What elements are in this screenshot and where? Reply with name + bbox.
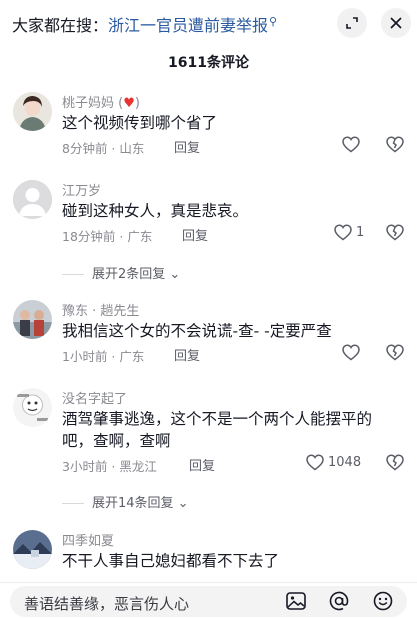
avatar[interactable] [13, 388, 52, 427]
comment-text: 不干人事自己媳妇都看不下去了 [62, 552, 280, 570]
broken-heart-icon [386, 344, 404, 361]
comment-username[interactable]: 桃子妈妈 (♥) [62, 92, 140, 111]
hot-search-bar[interactable]: 大家都在搜：浙江一官员遭前妻举报⚲ [0, 0, 417, 46]
dislike-button[interactable] [386, 224, 404, 245]
comment-meta: 1小时前 · 广东 [62, 349, 145, 364]
close-button[interactable] [381, 8, 411, 38]
reply-button[interactable]: 回复 [189, 455, 215, 474]
like-button[interactable] [342, 344, 392, 365]
comment-text: 我相信这个女的不会说谎-查- -定要严查 [62, 322, 332, 340]
expand-replies-button[interactable]: 展开2条回复 ⌄ [62, 263, 180, 282]
dislike-button[interactable] [386, 136, 404, 157]
heart-icon: ♥ [123, 96, 135, 111]
chevron-down-icon: ⌄ [165, 267, 181, 282]
divider-line [62, 274, 84, 275]
comment-username[interactable]: 没名字起了 [62, 388, 127, 407]
hot-search-prefix: 大家都在搜： [12, 16, 109, 35]
like-count: 1048 [328, 455, 362, 470]
comment-username[interactable]: 豫东 · 趟先生 [62, 300, 139, 319]
comment-text: 碰到这种女人，真是悲哀。 [62, 202, 249, 220]
comment-meta: 8分钟前 · 山东 [62, 141, 145, 156]
comment-input-placeholder: 善语结善缘，恶言伤人心 [24, 595, 190, 613]
like-button[interactable]: 1 [334, 224, 384, 245]
comment-count-title: 1611条评论 [168, 55, 249, 71]
comment-item: 四季如夏 不干人事自己媳妇都看不下去了 [0, 528, 417, 578]
comment-input[interactable]: 善语结善缘，恶言伤人心 [10, 586, 407, 617]
reply-button[interactable]: 回复 [174, 137, 200, 156]
avatar[interactable] [13, 92, 52, 131]
comment-text: 这个视频传到哪个省了 [62, 114, 218, 132]
broken-heart-icon [386, 454, 404, 471]
avatar[interactable] [13, 530, 52, 569]
mention-icon[interactable] [329, 591, 349, 611]
heart-outline-icon [306, 454, 324, 471]
hot-search-query[interactable]: 浙江一官员遭前妻举报 [108, 16, 268, 35]
search-icon: ⚲ [269, 14, 278, 28]
image-icon[interactable] [286, 592, 306, 610]
like-count: 1 [356, 225, 365, 240]
avatar[interactable] [13, 300, 52, 339]
dislike-button[interactable] [386, 344, 404, 365]
comment-username[interactable]: 四季如夏 [62, 530, 114, 549]
comment-username[interactable]: 江万岁 [62, 180, 101, 199]
broken-heart-icon [386, 136, 404, 153]
comment-item: 豫东 · 趟先生 我相信这个女的不会说谎-查- -定要严查 1小时前 · 广东 … [0, 298, 417, 368]
heart-outline-icon [342, 344, 360, 361]
comment-input-bar: 善语结善缘，恶言伤人心 [0, 582, 417, 618]
like-button[interactable]: 1048 [306, 454, 376, 475]
expand-icon [346, 17, 358, 29]
reply-button[interactable]: 回复 [174, 345, 200, 364]
divider-line [62, 503, 84, 504]
comment-meta: 3小时前 · 黑龙江 [62, 459, 157, 474]
dislike-button[interactable] [386, 454, 404, 475]
emoji-icon[interactable] [373, 591, 393, 611]
reply-button[interactable]: 回复 [182, 225, 208, 244]
comment-text: 酒驾肇事逃逸，这个不是一个两个人能摆平的吧，查啊，查啊 [62, 410, 373, 450]
comment-item: 江万岁 碰到这种女人，真是悲哀。 18分钟前 · 广东 回复 1 [0, 178, 417, 248]
like-button[interactable] [342, 136, 392, 157]
comment-item: 桃子妈妈 (♥) 这个视频传到哪个省了 8分钟前 · 山东 回复 [0, 90, 417, 170]
heart-outline-icon [342, 136, 360, 153]
comment-meta: 18分钟前 · 广东 [62, 229, 153, 244]
avatar[interactable] [13, 180, 52, 219]
expand-replies-button[interactable]: 展开14条回复 ⌄ [62, 492, 189, 511]
broken-heart-icon [386, 224, 404, 241]
chevron-down-icon: ⌄ [173, 496, 189, 511]
expand-button[interactable] [337, 8, 367, 38]
close-icon [390, 17, 402, 29]
comment-item: 没名字起了 酒驾肇事逃逸，这个不是一个两个人能摆平的吧，查啊，查啊 3小时前 ·… [0, 386, 417, 476]
heart-outline-icon [334, 224, 352, 241]
hot-search-label[interactable]: 大家都在搜：浙江一官员遭前妻举报⚲ [12, 12, 277, 36]
